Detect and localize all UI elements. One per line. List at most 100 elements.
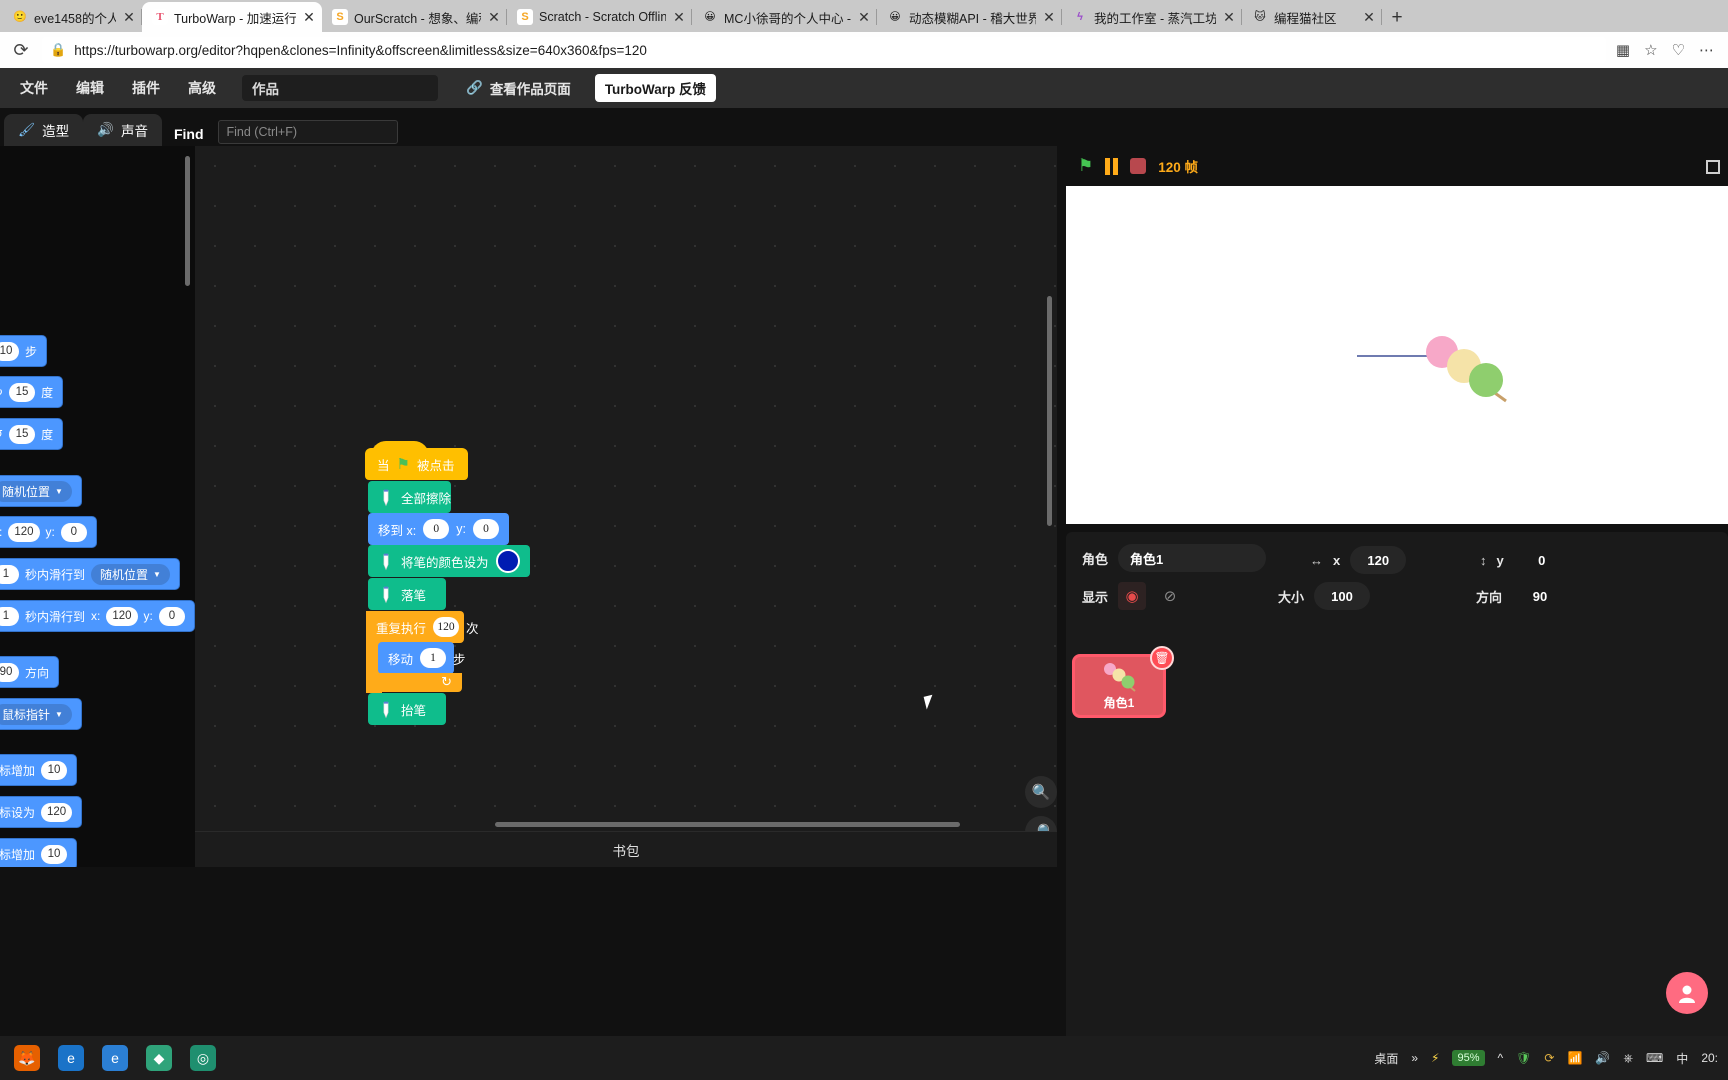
- tab-sounds[interactable]: 🔊 声音: [83, 114, 162, 146]
- green-flag-icon[interactable]: ⚑: [1078, 156, 1093, 176]
- palette-value[interactable]: 1: [0, 606, 19, 626]
- palette-value[interactable]: 10: [41, 844, 68, 864]
- browser-tab-3[interactable]: S Scratch - Scratch Offline E ✕: [507, 2, 692, 32]
- palette-block-goto-xy[interactable]: x: 120 y: 0: [0, 517, 96, 547]
- palette-value[interactable]: 15: [9, 382, 36, 402]
- color-swatch[interactable]: [495, 549, 520, 573]
- y-input[interactable]: 0: [1514, 546, 1570, 574]
- palette-dropdown[interactable]: 随机位置 ▼: [91, 563, 170, 585]
- apps-icon[interactable]: ▦: [1616, 41, 1630, 59]
- palette-block-change-x-by[interactable]: 坐标增加 10: [0, 755, 77, 785]
- sync-icon[interactable]: ⟳: [1544, 1051, 1554, 1065]
- palette-value[interactable]: 10: [41, 760, 68, 780]
- close-icon[interactable]: ✕: [487, 10, 501, 24]
- edge-icon[interactable]: e: [58, 1045, 84, 1071]
- favorites-icon[interactable]: ♡: [1672, 41, 1685, 59]
- palette-block-glide-random[interactable]: 1 秒内滑行到 随机位置 ▼: [0, 559, 179, 589]
- palette-block-turn-left[interactable]: ↺ 15 度: [0, 419, 63, 449]
- battery-indicator[interactable]: 95%: [1452, 1050, 1485, 1066]
- browser-tab-7[interactable]: 🐱 编程猫社区 ✕: [1242, 2, 1382, 32]
- palette-block-set-x-to[interactable]: 坐标设为 120: [0, 797, 82, 827]
- stage-canvas[interactable]: [1066, 186, 1728, 524]
- new-tab-button[interactable]: +: [1382, 4, 1412, 32]
- script-block-pen-down[interactable]: 落笔: [368, 578, 446, 610]
- close-icon[interactable]: ✕: [672, 10, 686, 24]
- tab-costumes[interactable]: 🖌 造型: [4, 114, 84, 146]
- desktop-label[interactable]: 桌面: [1374, 1050, 1398, 1067]
- browser-tab-1[interactable]: T TurboWarp - 加速运行 Scr ✕: [142, 2, 322, 32]
- size-input[interactable]: 100: [1314, 582, 1371, 610]
- palette-value-x[interactable]: 120: [106, 606, 138, 626]
- palette-value[interactable]: 10: [0, 341, 19, 361]
- script-block-repeat[interactable]: 重复执行 120 次: [366, 611, 479, 643]
- palette-value[interactable]: 1: [0, 564, 19, 584]
- x-input[interactable]: 120: [1350, 546, 1407, 574]
- fullscreen-icon[interactable]: [1706, 160, 1720, 174]
- code-workspace[interactable]: [195, 146, 1057, 831]
- menu-addons[interactable]: 插件: [118, 68, 174, 108]
- palette-block-turn-right[interactable]: ↻ 15 度: [0, 377, 63, 407]
- palette-value-y[interactable]: 0: [60, 522, 87, 542]
- close-icon[interactable]: ✕: [302, 10, 316, 24]
- move-steps-value[interactable]: 1: [420, 648, 447, 668]
- add-sprite-icon[interactable]: [1666, 972, 1708, 1014]
- zoom-in-icon[interactable]: 🔍: [1025, 776, 1057, 808]
- clock-time[interactable]: 20:: [1701, 1051, 1718, 1065]
- sprite-name-input[interactable]: 角色1: [1118, 544, 1267, 572]
- menu-file[interactable]: 文件: [6, 68, 62, 108]
- palette-block-glide-xy[interactable]: 1 秒内滑行到 x: 120 y: 0: [0, 601, 194, 631]
- pause-icon[interactable]: [1105, 157, 1119, 175]
- script-block-goto-xy[interactable]: 移到 x: 0 y: 0: [368, 513, 509, 545]
- chevron-up-icon[interactable]: ^: [1498, 1051, 1504, 1065]
- script-block-set-pen-color[interactable]: 将笔的颜色设为: [368, 545, 530, 577]
- browser-tab-5[interactable]: 😀 动态模糊API - 稽大世界 ✕: [877, 2, 1062, 32]
- volume-icon[interactable]: 🔊: [1595, 1051, 1610, 1065]
- palette-value-x[interactable]: 120: [8, 522, 40, 542]
- browser-tab-4[interactable]: 😀 MC小徐哥的个人中心 - 稽 ✕: [692, 2, 877, 32]
- explorer-icon[interactable]: e: [102, 1045, 128, 1071]
- palette-block-move-steps[interactable]: 10 步: [0, 336, 47, 366]
- palette-block-change-y-by[interactable]: 坐标增加 10: [0, 839, 77, 869]
- palette-block-point-towards[interactable]: 鼠标指针 ▼: [0, 699, 81, 729]
- palette-value[interactable]: 90: [0, 662, 19, 682]
- project-name-input[interactable]: 作品: [242, 75, 438, 101]
- app-teal-icon[interactable]: ◎: [190, 1045, 216, 1071]
- palette-value[interactable]: 120: [41, 802, 73, 822]
- palette-scrollbar[interactable]: [185, 156, 190, 286]
- palette-dropdown[interactable]: 鼠标指针 ▼: [0, 703, 72, 725]
- reload-icon[interactable]: ⟳: [10, 39, 32, 61]
- menu-icon[interactable]: ⋯: [1699, 41, 1714, 59]
- trash-icon[interactable]: 🗑: [1150, 646, 1174, 670]
- close-icon[interactable]: ✕: [1042, 10, 1056, 24]
- firefox-icon[interactable]: 🦊: [14, 1045, 40, 1071]
- network-icon[interactable]: 📶: [1567, 1051, 1582, 1065]
- palette-dropdown[interactable]: 随机位置 ▼: [0, 480, 72, 502]
- goto-y-value[interactable]: 0: [472, 519, 499, 539]
- palette-block-point-direction[interactable]: 90 方向: [0, 657, 59, 687]
- repeat-count-value[interactable]: 120: [433, 617, 460, 637]
- goto-x-value[interactable]: 0: [423, 519, 450, 539]
- address-bar[interactable]: 🔒 https://turbowarp.org/editor?hqpen&clo…: [42, 37, 1606, 63]
- ime-icon[interactable]: 中: [1676, 1050, 1688, 1067]
- menu-edit[interactable]: 编辑: [62, 68, 118, 108]
- chevron-right-icon[interactable]: »: [1411, 1051, 1418, 1065]
- feedback-button[interactable]: TurboWarp 反馈: [594, 74, 717, 102]
- script-block-move-steps[interactable]: 移动 1 步: [378, 642, 466, 674]
- palette-block-goto-random[interactable]: 随机位置 ▼: [0, 476, 81, 506]
- stop-icon[interactable]: [1130, 158, 1147, 174]
- eye-slash-icon[interactable]: ⊘: [1156, 582, 1184, 610]
- browser-tab-0[interactable]: 🙂 eve1458的个人中心 - 稽 ✕: [2, 2, 142, 32]
- script-block-pen-up[interactable]: 抬笔: [368, 693, 446, 725]
- sprite-card-0[interactable]: 角色1 🗑: [1072, 646, 1174, 718]
- find-input[interactable]: Find (Ctrl+F): [217, 120, 398, 144]
- workspace-vscrollbar[interactable]: [1047, 296, 1052, 526]
- browser-tab-6[interactable]: ϟ 我的工作室 - 蒸汽工坊-sc ✕: [1062, 2, 1242, 32]
- app-green-icon[interactable]: ◆: [146, 1045, 172, 1071]
- usb-icon[interactable]: ⎈: [1623, 1051, 1633, 1066]
- browser-tab-2[interactable]: S OurScratch - 想象、编程、 ✕: [322, 2, 507, 32]
- close-icon[interactable]: ✕: [1362, 10, 1376, 24]
- script-block-erase-all[interactable]: 全部擦除: [368, 481, 451, 513]
- close-icon[interactable]: ✕: [857, 10, 871, 24]
- close-icon[interactable]: ✕: [122, 10, 136, 24]
- shield-icon[interactable]: 🛡: [1516, 1051, 1531, 1065]
